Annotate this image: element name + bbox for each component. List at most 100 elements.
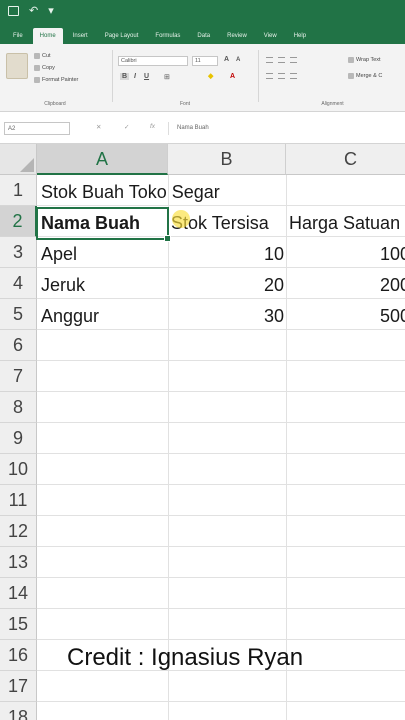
gridline <box>37 639 405 640</box>
ribbon-tabs: File Home Insert Page Layout Formulas Da… <box>0 22 405 44</box>
wrap-text-label: Wrap Text <box>356 57 381 63</box>
cell-c3[interactable]: 100 <box>380 239 405 270</box>
column-header-b[interactable]: B <box>168 144 286 175</box>
shrink-font-icon[interactable]: A <box>236 57 240 63</box>
align-center-icon[interactable] <box>278 73 285 79</box>
row-header-15[interactable]: 15 <box>0 609 37 640</box>
row-header-13[interactable]: 13 <box>0 547 37 578</box>
fill-color-icon[interactable]: ◆ <box>208 72 213 80</box>
title-bar: ↶ ▾ <box>0 0 405 22</box>
copy-icon <box>34 65 40 71</box>
align-left-icon[interactable] <box>266 73 273 79</box>
row-header-9[interactable]: 9 <box>0 423 37 454</box>
cell-b3[interactable]: 10 <box>170 239 284 270</box>
gridline <box>37 453 405 454</box>
tab-page-layout[interactable]: Page Layout <box>98 28 146 44</box>
select-all-button[interactable] <box>0 144 37 175</box>
formula-input[interactable]: Nama Buah <box>168 122 405 135</box>
cell-b4[interactable]: 20 <box>170 270 284 301</box>
scissors-icon <box>34 53 40 59</box>
cell-a5[interactable]: Anggur <box>41 301 99 332</box>
font-group: Calibri 11 A A B I U ⊞ ◆ A Font <box>114 47 256 109</box>
insert-function-icon[interactable]: fx <box>150 123 155 130</box>
tab-home[interactable]: Home <box>32 28 63 44</box>
gridline <box>37 360 405 361</box>
merge-icon <box>348 73 354 79</box>
row-header-8[interactable]: 8 <box>0 392 37 423</box>
format-painter-button[interactable]: Format Painter <box>34 77 78 83</box>
tab-view[interactable]: View <box>257 28 284 44</box>
gridline <box>37 701 405 702</box>
format-painter-label: Format Painter <box>42 77 79 83</box>
copy-label: Copy <box>42 65 55 71</box>
tab-help[interactable]: Help <box>287 28 313 44</box>
bold-icon[interactable]: B <box>120 73 130 80</box>
cell-c4[interactable]: 200 <box>380 270 405 301</box>
gridline <box>37 608 405 609</box>
row-header-10[interactable]: 10 <box>0 454 37 485</box>
undo-icon[interactable]: ↶ <box>29 6 38 17</box>
row-header-3[interactable]: 3 <box>0 237 37 268</box>
wrap-text-button[interactable]: Wrap Text <box>348 57 381 63</box>
row-header-12[interactable]: 12 <box>0 516 37 547</box>
save-icon[interactable] <box>8 6 19 16</box>
align-top-icon[interactable] <box>266 57 273 63</box>
row-header-5[interactable]: 5 <box>0 299 37 330</box>
grow-font-icon[interactable]: A <box>224 56 229 63</box>
brush-icon <box>34 77 40 83</box>
align-bottom-icon[interactable] <box>290 57 297 63</box>
font-size-select[interactable]: 11 <box>192 56 218 66</box>
cell-b5[interactable]: 30 <box>170 301 284 332</box>
row-header-11[interactable]: 11 <box>0 485 37 516</box>
paste-icon[interactable] <box>6 53 28 79</box>
worksheet-grid: A B C 1 2 3 4 5 6 7 8 9 10 11 12 13 14 15 16 17 18 Stok B… <box>0 144 405 720</box>
cell-a3[interactable]: Apel <box>41 239 77 270</box>
tab-data[interactable]: Data <box>190 28 217 44</box>
align-right-icon[interactable] <box>290 73 297 79</box>
cell-a1[interactable]: Stok Buah Toko Segar <box>41 177 220 208</box>
merge-center-button[interactable]: Merge & C <box>348 73 382 79</box>
cell-c5[interactable]: 500 <box>380 301 405 332</box>
row-header-7[interactable]: 7 <box>0 361 37 392</box>
font-group-label: Font <box>179 101 190 107</box>
merge-center-label: Merge & C <box>356 73 383 79</box>
gridline <box>37 391 405 392</box>
underline-icon[interactable]: U <box>144 73 149 80</box>
ribbon-divider <box>258 50 259 102</box>
cut-label: Cut <box>42 53 51 59</box>
row-header-4[interactable]: 4 <box>0 268 37 299</box>
font-color-icon[interactable]: A <box>230 73 235 80</box>
row-header-2[interactable]: 2 <box>0 206 37 237</box>
copy-button[interactable]: Copy <box>34 65 55 71</box>
tab-file[interactable]: File <box>6 28 30 44</box>
gridline <box>37 577 405 578</box>
row-header-1[interactable]: 1 <box>0 175 37 206</box>
tab-review[interactable]: Review <box>220 28 254 44</box>
row-header-14[interactable]: 14 <box>0 578 37 609</box>
formula-bar: A2 ✕ ✓ fx Nama Buah <box>0 112 405 144</box>
wrap-text-icon <box>348 57 354 63</box>
cell-c2[interactable]: Harga Satuan <box>289 208 405 239</box>
row-header-17[interactable]: 17 <box>0 671 37 702</box>
align-middle-icon[interactable] <box>278 57 285 63</box>
row-header-6[interactable]: 6 <box>0 330 37 361</box>
alignment-group: Wrap Text Merge & C Alignment <box>260 47 405 109</box>
credit-watermark: Credit : Ignasius Ryan <box>67 644 304 671</box>
cell-a4[interactable]: Jeruk <box>41 270 85 301</box>
name-box[interactable]: A2 <box>4 122 70 135</box>
gridline <box>37 484 405 485</box>
row-header-18[interactable]: 18 <box>0 702 37 720</box>
enter-icon[interactable]: ✓ <box>124 123 129 131</box>
column-header-a[interactable]: A <box>37 144 168 175</box>
borders-icon[interactable]: ⊞ <box>164 73 170 81</box>
cancel-icon[interactable]: ✕ <box>96 123 101 131</box>
clipboard-group-label: Clipboard <box>44 101 66 107</box>
tab-formulas[interactable]: Formulas <box>148 28 187 44</box>
cut-button[interactable]: Cut <box>34 53 51 59</box>
row-header-16[interactable]: 16 <box>0 640 37 671</box>
column-header-c[interactable]: C <box>286 144 405 175</box>
customize-toolbar-icon[interactable]: ▾ <box>48 6 54 17</box>
font-name-select[interactable]: Calibri <box>118 56 188 66</box>
italic-icon[interactable]: I <box>134 73 136 80</box>
tab-insert[interactable]: Insert <box>66 28 95 44</box>
